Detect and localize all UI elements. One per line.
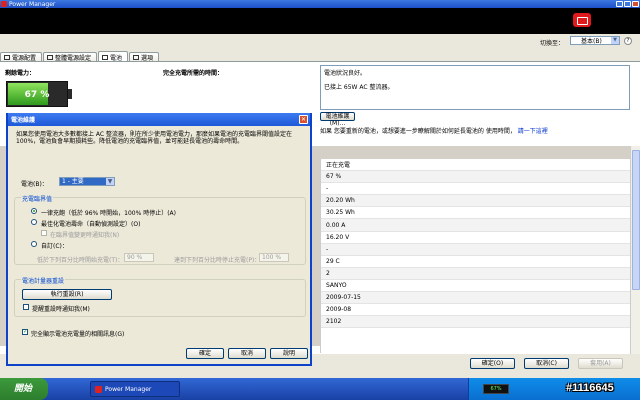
start-threshold-spinner[interactable]: 90 % bbox=[124, 253, 154, 262]
battery-select[interactable]: 1 - 主要 ▼ bbox=[59, 177, 115, 186]
info-scrollbar[interactable] bbox=[630, 146, 640, 354]
app-icon bbox=[1, 1, 7, 7]
checkbox-icon bbox=[133, 55, 140, 60]
radio-standard-charge[interactable] bbox=[31, 208, 37, 214]
battery-select-value: 1 - 主要 bbox=[62, 178, 84, 185]
battery-icon bbox=[102, 54, 109, 60]
radio-optimize-label: 最佳化電池壽命（自動偵測設定）(O) bbox=[41, 221, 141, 228]
close-button[interactable] bbox=[632, 1, 639, 7]
remaining-power-label: 剩餘電力： bbox=[5, 70, 36, 77]
tray-battery-icon[interactable]: 67% bbox=[483, 384, 509, 394]
power-plan-icon bbox=[4, 55, 10, 60]
checkbox-remind-reset-label: 提醒重設時通知我(M) bbox=[32, 306, 90, 313]
app-header bbox=[0, 8, 640, 34]
info-value-row: 正在充電 bbox=[321, 159, 630, 172]
battery-gauge: 67 % bbox=[6, 81, 68, 107]
info-value-row: 30.25 Wh bbox=[321, 207, 630, 220]
info-value-row: 16.20 V bbox=[321, 232, 630, 244]
mode-select-value: 基本(B) bbox=[581, 38, 602, 45]
cancel-button[interactable]: 取消(C) bbox=[524, 358, 569, 369]
app-icon bbox=[95, 385, 102, 393]
battery-gauge-tip bbox=[68, 89, 72, 99]
status-line: 已接上 65W AC 整流器。 bbox=[324, 84, 394, 91]
gauge-reset-title: 電池計量器重設 bbox=[21, 276, 66, 285]
info-value-row: 2009-08 bbox=[321, 304, 630, 317]
battery-select-label: 電池(B)： bbox=[21, 181, 48, 188]
checkbox-show-messages-label: 完全顯示電池充電量的相關訊息(G) bbox=[31, 331, 125, 338]
switch-mode-label: 切換至： bbox=[540, 40, 565, 47]
checkbox-remind-reset[interactable] bbox=[23, 304, 29, 310]
maximize-button[interactable] bbox=[624, 1, 631, 7]
radio-optimize[interactable] bbox=[31, 219, 37, 225]
dialog-ok-button[interactable]: 確定 bbox=[186, 348, 224, 359]
battery-info-values: 正在充電 67 % -20.20 Wh 30.25 Wh 0.00 A 16.20 V-2… bbox=[320, 159, 630, 353]
checkbox-notify-threshold[interactable] bbox=[41, 230, 47, 236]
minimize-button[interactable] bbox=[616, 1, 623, 7]
dialog-help-button[interactable]: 說明 bbox=[270, 348, 308, 359]
start-button[interactable]: 開始 bbox=[0, 378, 48, 400]
battery-tip-text: 如果 您要重新的電池，或想要進一步瞭解關於如何延長電池的 使用時間， 請一下這裡 bbox=[320, 126, 548, 135]
chevron-down-icon: ▼ bbox=[106, 178, 114, 185]
system-tray: 67% bbox=[468, 378, 640, 400]
info-value-row: SANYO bbox=[321, 280, 630, 293]
battery-maintenance-dialog: 電池維護 ✕ 如果您使用電池大多數都接上 AC 整流器，則在所少使用電池電力，那… bbox=[6, 113, 312, 366]
radio-custom[interactable] bbox=[31, 241, 37, 247]
tip-text: 如果 您要重新的電池，或想要進一步瞭解關於如何延長電池的 使用時間， bbox=[320, 128, 516, 135]
mode-select[interactable]: 基本(B) ▼ bbox=[570, 36, 620, 45]
reset-gauge-button[interactable]: 執行重設(R) bbox=[22, 289, 112, 300]
top-toolbar: 切換至： 基本(B) ▼ ? bbox=[0, 34, 640, 48]
info-value-row: 0.00 A bbox=[321, 219, 630, 232]
stop-threshold-label: 達到下列百分比時停止充電(P)： bbox=[174, 257, 261, 264]
taskbar-item-label: Power Manager bbox=[105, 385, 152, 393]
apply-button[interactable]: 套用(A) bbox=[578, 358, 623, 369]
stop-threshold-spinner[interactable]: 100 % bbox=[259, 253, 289, 262]
info-value-row: - bbox=[321, 243, 630, 256]
info-value-row: - bbox=[321, 183, 630, 196]
scrollbar-thumb[interactable] bbox=[632, 150, 640, 290]
taskbar-item-power-manager[interactable]: Power Manager bbox=[90, 381, 180, 397]
dialog-cancel-button[interactable]: 取消 bbox=[228, 348, 266, 359]
start-threshold-label: 低於下列百分比時開始充電(T)： bbox=[37, 257, 124, 264]
full-charge-time-label: 完全充電所需的時間： bbox=[163, 70, 224, 77]
info-value-row: 2009-07-15 bbox=[321, 292, 630, 305]
chevron-down-icon: ▼ bbox=[611, 37, 619, 44]
ok-button[interactable]: 確定(O) bbox=[470, 358, 515, 369]
window-title: Power Manager bbox=[9, 0, 56, 8]
battery-status-box: 電池狀況良好。 已接上 65W AC 整流器。 bbox=[320, 65, 630, 110]
gear-icon bbox=[47, 55, 54, 60]
watermark: #1116645 bbox=[566, 382, 614, 394]
info-value-row: 2 bbox=[321, 267, 630, 280]
dialog-close-button[interactable]: ✕ bbox=[299, 115, 308, 124]
window-controls bbox=[616, 1, 639, 7]
charge-threshold-title: 充電臨界值 bbox=[21, 194, 54, 203]
info-value-row: 67 % bbox=[321, 171, 630, 184]
checkbox-notify-threshold-label: 在臨界值變更時通知我(N) bbox=[50, 232, 120, 239]
dialog-title-bar[interactable]: 電池維護 bbox=[8, 113, 310, 126]
radio-custom-label: 自訂(C)： bbox=[41, 243, 68, 250]
taskbar: 開始 Power Manager 67% bbox=[0, 378, 640, 400]
tip-link[interactable]: 請一下這裡 bbox=[518, 128, 548, 135]
radio-standard-label: 一律充飽（低於 96% 時開始，100% 時停止）(A) bbox=[41, 210, 176, 217]
window-title-bar[interactable]: Power Manager bbox=[0, 0, 640, 8]
status-line: 電池狀況良好。 bbox=[324, 70, 367, 77]
help-icon[interactable]: ? bbox=[624, 37, 632, 45]
dialog-description: 如果您使用電池大多數都接上 AC 整流器，則在所少使用電池電力，那麼如果電池的充… bbox=[16, 131, 293, 145]
battery-percent: 67 % bbox=[24, 90, 50, 100]
power-manager-logo-icon bbox=[573, 13, 591, 27]
dialog-title: 電池維護 bbox=[11, 117, 36, 124]
info-value-row: 20.20 Wh bbox=[321, 195, 630, 208]
checkbox-show-messages[interactable] bbox=[22, 328, 28, 335]
info-value-row: 29 C bbox=[321, 256, 630, 268]
info-value-row: 2102 bbox=[321, 316, 630, 329]
battery-maintenance-button[interactable]: 電池維護(M)... bbox=[320, 112, 355, 127]
